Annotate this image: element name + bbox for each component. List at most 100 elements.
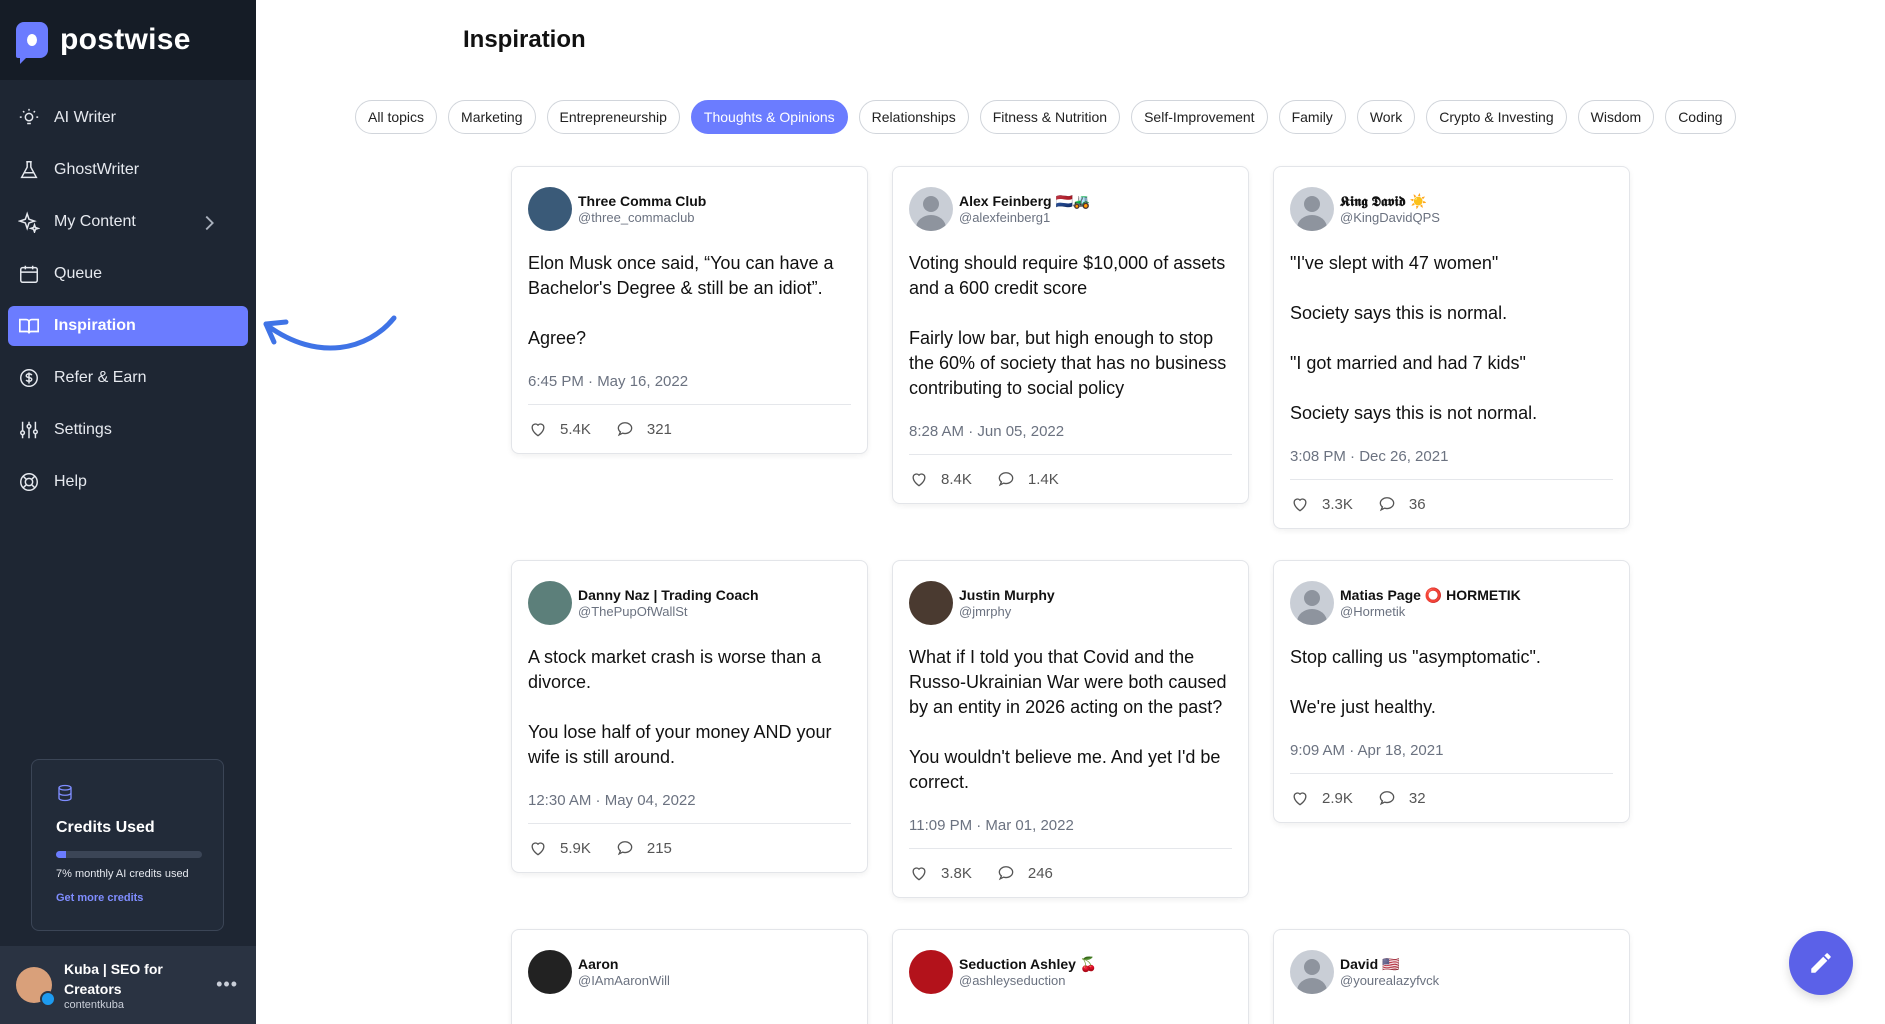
tweet-card[interactable]: Three Comma Club @three_commaclub Elon M… (511, 166, 868, 454)
topic-chip[interactable]: Self-Improvement (1131, 100, 1268, 134)
database-icon (58, 784, 72, 802)
compose-button[interactable] (1789, 931, 1853, 995)
sidebar-item-my-content[interactable]: My Content (8, 202, 248, 242)
postwise-logo-icon (16, 22, 48, 64)
tweet-stats: 3.8K 246 (909, 849, 1232, 883)
like-count-value: 3.8K (941, 864, 972, 882)
book-icon (19, 318, 39, 334)
get-more-credits-link[interactable]: Get more credits (56, 892, 199, 904)
avatar (1290, 950, 1334, 994)
comment-icon (617, 841, 633, 856)
tweet-stats: 8.4K 1.4K (909, 455, 1232, 489)
comment-icon (998, 866, 1014, 881)
tweet-text: "I got married and had 7 kids" (1290, 353, 1526, 373)
tweet-text: Society says this is not normal. (1290, 403, 1538, 423)
sidebar-item-label: AI Writer (54, 109, 116, 126)
tweet-timestamp: 6:45 PM · May 16, 2022 (528, 373, 851, 405)
topic-chip[interactable]: Fitness & Nutrition (979, 100, 1121, 134)
tweet-body: Elon Musk once said, “You can have a Bac… (528, 251, 851, 351)
more-options-icon[interactable]: ••• (216, 974, 238, 995)
avatar (909, 950, 953, 994)
tweet-header: 𝕶𝖎𝖓𝖌 𝕯𝖆𝖛𝖎𝖉 ☀️ @KingDavidQPS (1290, 187, 1613, 231)
tweet-card[interactable]: Danny Naz | Trading Coach @ThePupOfWallS… (511, 560, 868, 873)
brand[interactable]: postwise (0, 0, 256, 80)
sidebar-item-help[interactable]: Help (8, 462, 248, 502)
tweet-timestamp: 12:30 AM · May 04, 2022 (528, 792, 851, 824)
sidebar-item-settings[interactable]: Settings (8, 410, 248, 450)
author-handle: @alexfeinberg1 (959, 209, 1051, 225)
reply-count-value: 215 (646, 839, 672, 857)
topic-chip-active[interactable]: Thoughts & Opinions (690, 100, 848, 134)
sidebar-item-label: Help (54, 473, 87, 490)
user-name: Kuba | SEO for Creators (64, 961, 163, 997)
credits-usage-text: 7% monthly AI credits used (56, 868, 189, 880)
topic-chip[interactable]: Entrepreneurship (546, 100, 680, 134)
credits-panel: Credits Used 7% monthly AI credits used … (31, 759, 224, 931)
tweet-card[interactable]: Matias Page ⭕ HORMETIK @Hormetik Stop ca… (1273, 560, 1630, 823)
sidebar-item-ai-writer[interactable]: AI Writer (8, 98, 248, 138)
tweet-text: Society says this is normal. (1290, 303, 1508, 323)
avatar (1290, 581, 1334, 625)
reply-count-value: 321 (646, 420, 672, 438)
user-profile[interactable]: Kuba | SEO for Creators contentkuba ••• (0, 946, 256, 1024)
tweet-card[interactable]: Alex Feinberg 🇳🇱🚜 @alexfeinberg1 Voting … (892, 166, 1249, 504)
sidebar-nav: AI Writer GhostWriter My Content Queue I… (0, 80, 256, 502)
sidebar-item-refer-earn[interactable]: Refer & Earn (8, 358, 248, 398)
tweet-stats: 5.9K 215 (528, 824, 851, 858)
like-count: 3.8K (909, 863, 972, 883)
reply-count: 1.4K (996, 469, 1059, 489)
tweet-card[interactable]: David 🇺🇸 @yourealazyfvck (1273, 929, 1630, 1024)
tweet-text: "I've slept with 47 women" (1290, 253, 1499, 273)
lifebuoy-icon (20, 473, 38, 491)
tweet-card[interactable]: Seduction Ashley 🍒 @ashleyseduction (892, 929, 1249, 1024)
user-handle: contentkuba (64, 999, 124, 1011)
sidebar-item-ghostwriter[interactable]: GhostWriter (8, 150, 248, 190)
tweet-text: We're just healthy. (1290, 697, 1436, 717)
avatar (909, 187, 953, 231)
tweet-author: Matias Page ⭕ HORMETIK @Hormetik (1340, 587, 1521, 620)
author-name: Justin Murphy (959, 586, 1055, 603)
author-name: Danny Naz | Trading Coach (578, 586, 759, 603)
avatar (528, 950, 572, 994)
topic-chip[interactable]: Coding (1665, 100, 1736, 134)
tweet-text: You wouldn't believe me. And yet I'd be … (909, 747, 1221, 792)
sidebar-item-inspiration[interactable]: Inspiration (8, 306, 248, 346)
author-name: David 🇺🇸 (1340, 955, 1400, 972)
topic-chip[interactable]: Crypto & Investing (1426, 100, 1567, 134)
tweet-text: You lose half of your money AND your wif… (528, 722, 832, 767)
tweet-card[interactable]: Aaron @IAmAaronWill (511, 929, 868, 1024)
topic-chip[interactable]: Marketing (448, 100, 536, 134)
tweet-text: Stop calling us "asymptomatic". (1290, 647, 1541, 667)
author-handle: @three_commaclub (578, 209, 695, 225)
tweet-text: Voting should require $10,000 of assets … (909, 253, 1226, 298)
tweet-text: Elon Musk once said, “You can have a Bac… (528, 253, 834, 298)
like-count-value: 2.9K (1322, 789, 1353, 807)
author-handle: @KingDavidQPS (1340, 209, 1440, 225)
tweet-header: Danny Naz | Trading Coach @ThePupOfWallS… (528, 581, 851, 625)
topic-chip[interactable]: Wisdom (1577, 100, 1655, 134)
tweet-timestamp: 11:09 PM · Mar 01, 2022 (909, 817, 1232, 849)
topic-filter-bar: All topics Marketing Entrepreneurship Th… (355, 100, 1736, 134)
topic-chip[interactable]: Relationships (858, 100, 969, 134)
author-name: Alex Feinberg 🇳🇱🚜 (959, 192, 1091, 209)
reply-count: 321 (615, 419, 672, 439)
page-title: Inspiration (463, 26, 586, 53)
tweet-stats: 3.3K 36 (1290, 480, 1613, 514)
like-count: 5.4K (528, 419, 591, 439)
tweet-card[interactable]: 𝕶𝖎𝖓𝖌 𝕯𝖆𝖛𝖎𝖉 ☀️ @KingDavidQPS "I've slept … (1273, 166, 1630, 529)
author-handle: @Hormetik (1340, 603, 1406, 619)
topic-chip[interactable]: Family (1278, 100, 1346, 134)
topic-chip[interactable]: All topics (355, 100, 438, 134)
tweet-card[interactable]: Justin Murphy @jmrphy What if I told you… (892, 560, 1249, 898)
flask-icon (20, 161, 38, 179)
tweet-author: Alex Feinberg 🇳🇱🚜 @alexfeinberg1 (959, 193, 1090, 226)
tweet-body: Stop calling us "asymptomatic". We're ju… (1290, 645, 1613, 720)
author-name: Aaron (578, 955, 619, 972)
topic-chip[interactable]: Work (1356, 100, 1416, 134)
tweet-timestamp: 9:09 AM · Apr 18, 2021 (1290, 742, 1613, 774)
credits-progress-bar (56, 851, 202, 858)
sidebar: postwise AI Writer GhostWriter My Conten… (0, 0, 256, 1024)
heart-icon (1293, 792, 1307, 806)
like-count-value: 5.4K (560, 420, 591, 438)
sidebar-item-queue[interactable]: Queue (8, 254, 248, 294)
